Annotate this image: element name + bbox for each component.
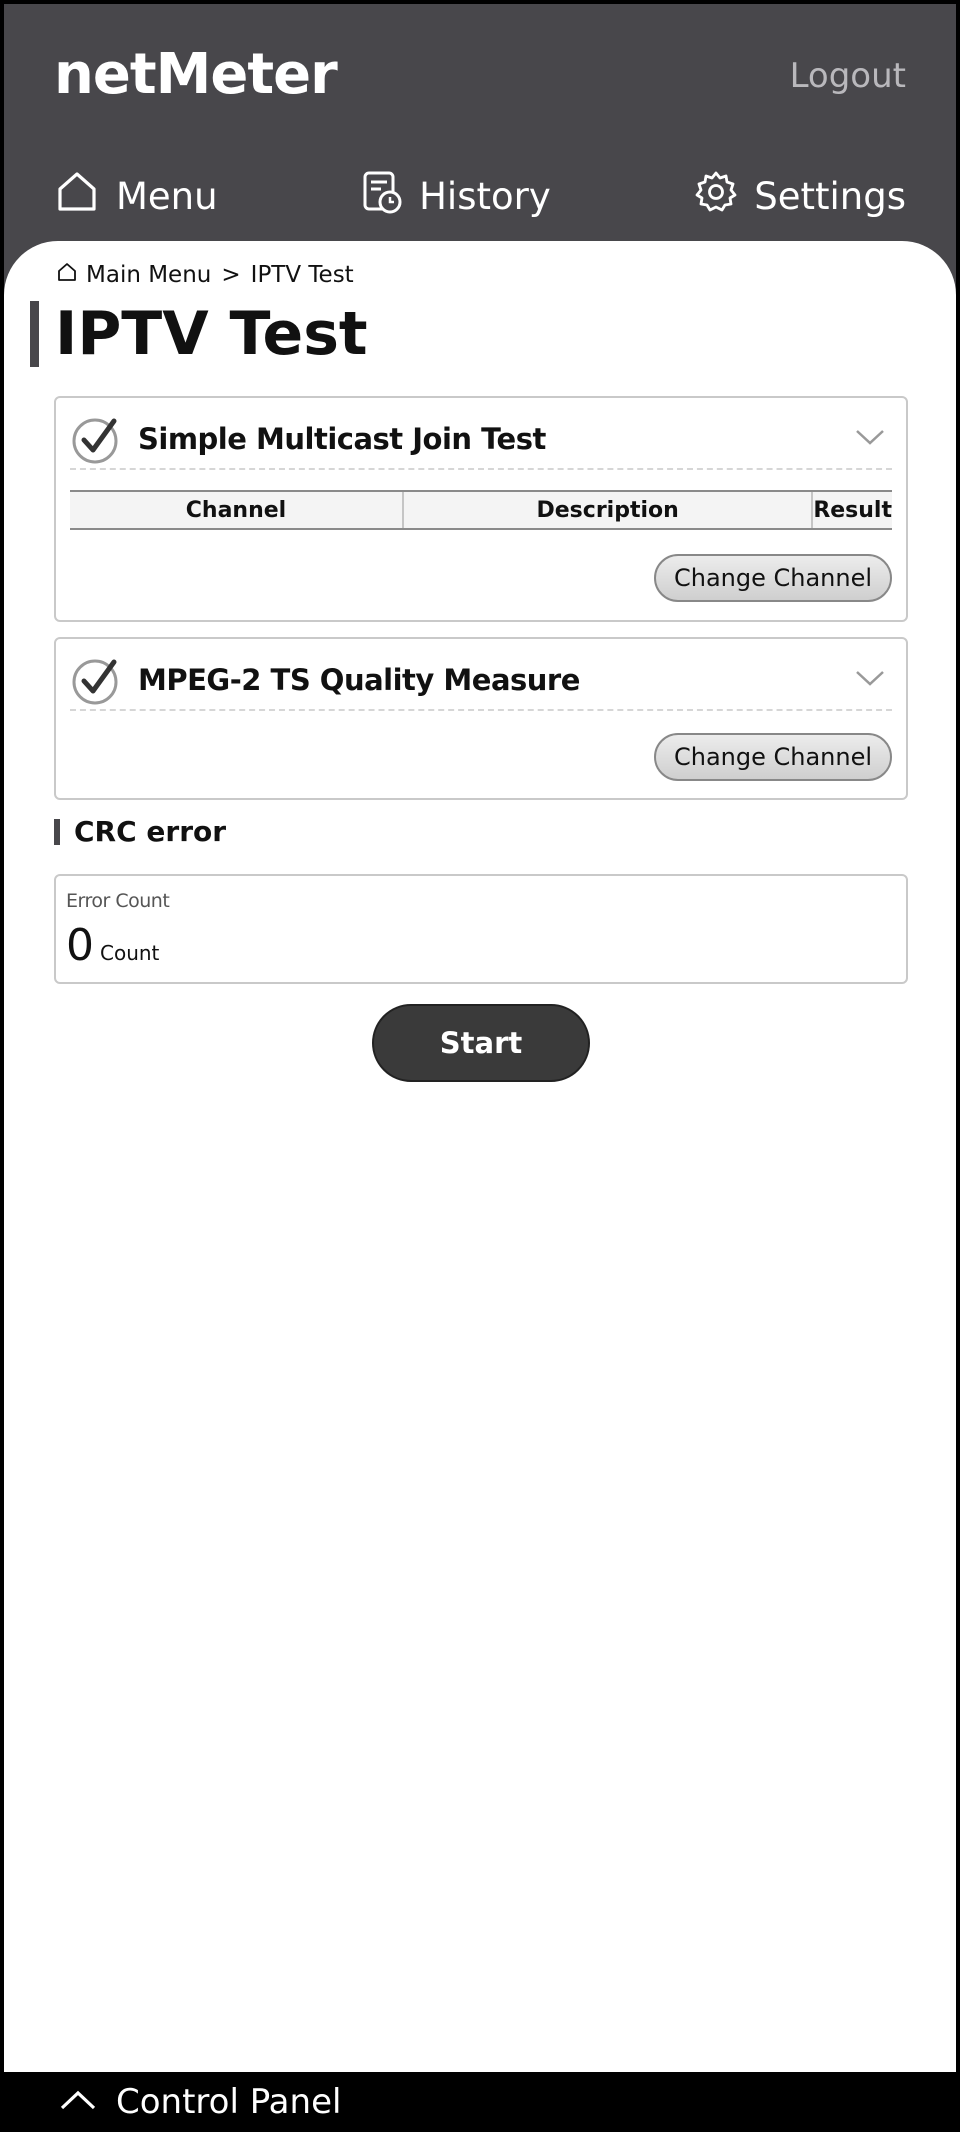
nav-settings-label: Settings [754,175,906,218]
crc-section-title: CRC error [54,818,226,846]
nav-history-label: History [419,175,551,218]
check-circle-icon[interactable] [70,413,122,465]
app-frame: netMeter Logout Menu History Settings Ma… [4,4,956,2072]
control-panel-label: Control Panel [116,2082,342,2122]
home-icon [54,169,116,224]
test-title: MPEG-2 TS Quality Measure [138,663,580,697]
error-count-box: Error Count 0 Count [54,874,908,984]
start-button[interactable]: Start [372,1004,590,1082]
nav-menu[interactable]: Menu [54,169,218,224]
breadcrumb-current: IPTV Test [250,262,354,288]
error-count-value: 0 [66,920,94,971]
logout-link[interactable]: Logout [790,56,906,96]
main-nav: Menu History Settings [54,169,906,224]
chevron-down-icon[interactable] [854,667,886,693]
error-count-value-group: 0 Count [66,920,159,971]
test-card-multicast: Simple Multicast Join Test Channel Descr… [54,396,908,622]
check-circle-icon[interactable] [70,654,122,706]
change-channel-button[interactable]: Change Channel [654,554,892,602]
channel-table-header: Channel Description Result [70,490,892,530]
control-panel-toggle[interactable]: Control Panel [0,2072,960,2132]
test-title: Simple Multicast Join Test [138,422,546,456]
change-channel-button[interactable]: Change Channel [654,733,892,781]
gear-icon [694,170,754,223]
column-header-description: Description [404,492,814,528]
error-count-unit: Count [100,941,160,965]
breadcrumb-separator: > [221,262,241,288]
test-card-header[interactable]: MPEG-2 TS Quality Measure [70,651,892,711]
test-card-mpeg2: MPEG-2 TS Quality Measure Change Channel [54,637,908,800]
home-icon [56,261,86,289]
nav-menu-label: Menu [116,175,218,218]
header: netMeter Logout Menu History Settings [4,4,956,244]
chevron-up-icon [58,2082,116,2122]
history-icon [361,169,419,224]
page-title: IPTV Test [30,301,368,367]
nav-settings[interactable]: Settings [694,170,906,223]
column-header-result: Result [813,497,892,523]
column-header-channel: Channel [70,492,404,528]
app-logo: netMeter [54,42,338,107]
breadcrumb-root[interactable]: Main Menu [86,262,211,288]
breadcrumb: Main Menu > IPTV Test [56,261,354,289]
test-card-header[interactable]: Simple Multicast Join Test [70,410,892,470]
main-content: Main Menu > IPTV Test IPTV Test Simple M… [4,241,956,2072]
chevron-down-icon[interactable] [854,426,886,452]
nav-history[interactable]: History [361,169,551,224]
error-count-label: Error Count [66,890,170,912]
